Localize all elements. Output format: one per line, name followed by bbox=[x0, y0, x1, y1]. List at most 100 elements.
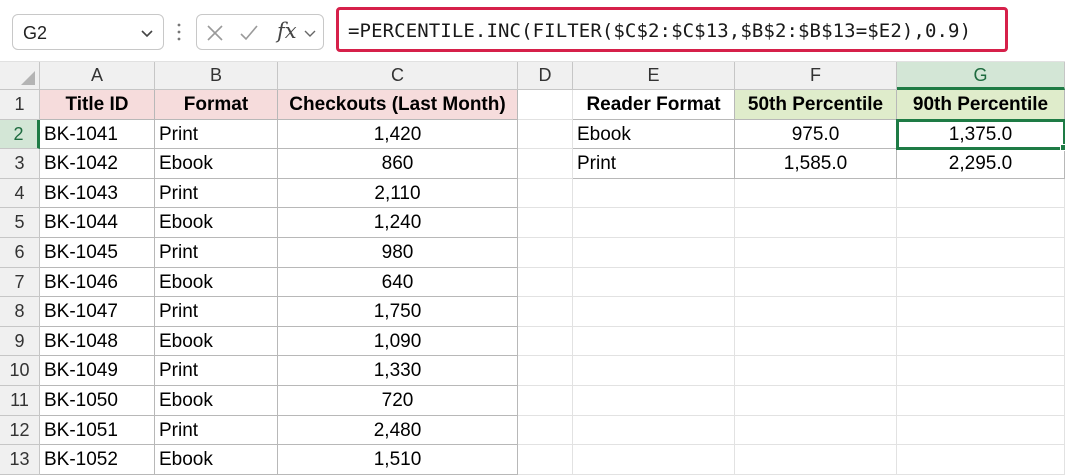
empty-cell[interactable] bbox=[735, 208, 897, 238]
row-header-4[interactable]: 4 bbox=[0, 178, 40, 209]
column-header-b[interactable]: B bbox=[155, 62, 278, 90]
empty-cell[interactable] bbox=[573, 178, 735, 209]
table-cell[interactable]: BK-1045 bbox=[40, 238, 155, 268]
table-cell[interactable]: 860 bbox=[278, 149, 518, 179]
table-header-cell[interactable]: Title ID bbox=[40, 90, 155, 120]
row-header-9[interactable]: 9 bbox=[0, 326, 40, 357]
column-header-c[interactable]: C bbox=[278, 62, 518, 90]
row-header-13[interactable]: 13 bbox=[0, 445, 40, 475]
table-cell[interactable]: BK-1052 bbox=[40, 445, 155, 475]
table-cell[interactable]: 2,480 bbox=[278, 415, 518, 446]
empty-cell[interactable] bbox=[735, 238, 897, 268]
row-header-8[interactable]: 8 bbox=[0, 297, 40, 327]
empty-cell[interactable] bbox=[518, 119, 573, 150]
active-cell[interactable]: 1,375.0 bbox=[896, 118, 1065, 151]
empty-cell[interactable] bbox=[573, 356, 735, 386]
table-header-cell[interactable]: Format bbox=[155, 90, 278, 120]
empty-cell[interactable] bbox=[573, 208, 735, 238]
column-header-g[interactable]: G bbox=[897, 62, 1065, 90]
empty-cell[interactable] bbox=[573, 297, 735, 327]
summary-cell[interactable]: Ebook bbox=[573, 119, 735, 150]
empty-cell[interactable] bbox=[518, 238, 573, 268]
name-box[interactable]: G2 bbox=[12, 14, 164, 50]
empty-cell[interactable] bbox=[573, 445, 735, 475]
table-cell[interactable]: 2,110 bbox=[278, 178, 518, 209]
empty-cell[interactable] bbox=[573, 386, 735, 416]
empty-cell[interactable] bbox=[735, 326, 897, 357]
summary-cell[interactable]: Print bbox=[573, 149, 735, 179]
row-header-6[interactable]: 6 bbox=[0, 238, 40, 268]
table-cell[interactable]: Ebook bbox=[155, 149, 278, 179]
row-header-7[interactable]: 7 bbox=[0, 267, 40, 298]
table-cell[interactable]: BK-1050 bbox=[40, 386, 155, 416]
column-header-e[interactable]: E bbox=[573, 62, 735, 90]
formula-input[interactable]: =PERCENTILE.INC(FILTER($C$2:$C$13,$B$2:$… bbox=[336, 7, 1008, 52]
empty-cell[interactable] bbox=[897, 267, 1065, 298]
empty-cell[interactable] bbox=[518, 326, 573, 357]
row-header-1[interactable]: 1 bbox=[0, 90, 40, 120]
empty-cell[interactable] bbox=[735, 386, 897, 416]
empty-cell[interactable] bbox=[897, 445, 1065, 475]
empty-cell[interactable] bbox=[518, 178, 573, 209]
table-cell[interactable]: BK-1042 bbox=[40, 149, 155, 179]
empty-cell[interactable] bbox=[573, 415, 735, 446]
table-cell[interactable]: 980 bbox=[278, 238, 518, 268]
empty-cell[interactable] bbox=[735, 356, 897, 386]
summary-cell[interactable]: 2,295.0 bbox=[897, 149, 1065, 179]
empty-cell[interactable] bbox=[518, 445, 573, 475]
empty-cell[interactable] bbox=[573, 326, 735, 357]
empty-cell[interactable] bbox=[897, 356, 1065, 386]
chevron-down-icon[interactable] bbox=[139, 25, 155, 41]
table-cell[interactable]: 1,330 bbox=[278, 356, 518, 386]
empty-cell[interactable] bbox=[897, 326, 1065, 357]
table-header-cell[interactable]: Checkouts (Last Month) bbox=[278, 90, 518, 120]
summary-cell[interactable]: 975.0 bbox=[735, 119, 897, 150]
empty-cell[interactable] bbox=[518, 415, 573, 446]
chevron-down-icon[interactable] bbox=[303, 23, 317, 43]
empty-cell[interactable] bbox=[735, 445, 897, 475]
column-header-a[interactable]: A bbox=[40, 62, 155, 90]
table-cell[interactable]: BK-1041 bbox=[40, 119, 155, 150]
table-cell[interactable]: 720 bbox=[278, 386, 518, 416]
table-cell[interactable]: Print bbox=[155, 415, 278, 446]
table-cell[interactable]: Ebook bbox=[155, 445, 278, 475]
table-cell[interactable]: BK-1051 bbox=[40, 415, 155, 446]
select-all-button[interactable] bbox=[0, 62, 40, 90]
empty-cell[interactable] bbox=[897, 415, 1065, 446]
table-cell[interactable]: BK-1048 bbox=[40, 326, 155, 357]
empty-cell[interactable] bbox=[518, 356, 573, 386]
table-cell[interactable]: 1,750 bbox=[278, 297, 518, 327]
table-cell[interactable]: BK-1044 bbox=[40, 208, 155, 238]
cancel-icon[interactable] bbox=[205, 23, 225, 43]
table-cell[interactable]: Print bbox=[155, 119, 278, 150]
table-cell[interactable]: 1,090 bbox=[278, 326, 518, 357]
table-cell[interactable]: Ebook bbox=[155, 208, 278, 238]
table-cell[interactable]: Ebook bbox=[155, 326, 278, 357]
empty-cell[interactable] bbox=[573, 238, 735, 268]
column-header-f[interactable]: F bbox=[735, 62, 897, 90]
table-cell[interactable]: Print bbox=[155, 356, 278, 386]
table-cell[interactable]: 640 bbox=[278, 267, 518, 298]
table-cell[interactable]: BK-1047 bbox=[40, 297, 155, 327]
empty-cell[interactable] bbox=[518, 267, 573, 298]
empty-cell[interactable] bbox=[897, 208, 1065, 238]
row-header-2[interactable]: 2 bbox=[0, 119, 40, 150]
summary-header-cell[interactable]: 90th Percentile bbox=[897, 90, 1065, 120]
column-header-d[interactable]: D bbox=[518, 62, 573, 90]
insert-function-icon[interactable]: fx bbox=[277, 19, 297, 43]
table-cell[interactable]: BK-1049 bbox=[40, 356, 155, 386]
empty-cell[interactable] bbox=[897, 297, 1065, 327]
table-cell[interactable]: 1,420 bbox=[278, 119, 518, 150]
empty-cell[interactable] bbox=[735, 297, 897, 327]
summary-cell[interactable]: 1,585.0 bbox=[735, 149, 897, 179]
empty-cell[interactable] bbox=[518, 90, 573, 120]
empty-cell[interactable] bbox=[518, 149, 573, 179]
empty-cell[interactable] bbox=[735, 267, 897, 298]
summary-header-cell[interactable]: 50th Percentile bbox=[735, 90, 897, 120]
table-cell[interactable]: BK-1046 bbox=[40, 267, 155, 298]
row-header-12[interactable]: 12 bbox=[0, 415, 40, 446]
table-cell[interactable]: 1,510 bbox=[278, 445, 518, 475]
table-cell[interactable]: Ebook bbox=[155, 386, 278, 416]
empty-cell[interactable] bbox=[735, 415, 897, 446]
empty-cell[interactable] bbox=[897, 178, 1065, 209]
